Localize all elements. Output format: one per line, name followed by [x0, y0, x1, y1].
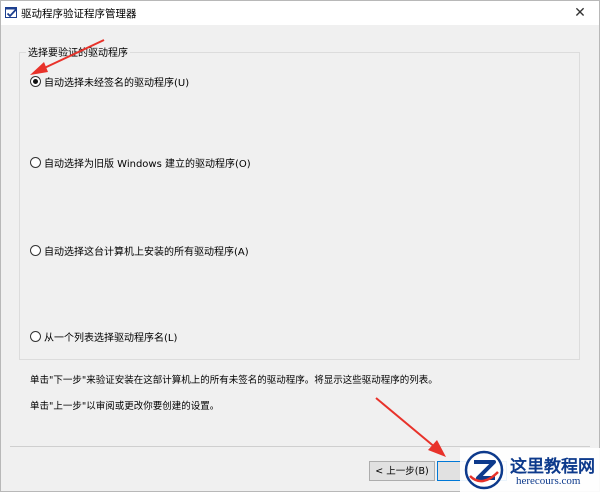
- radio-button[interactable]: [30, 156, 41, 168]
- title-bar: 驱动程序验证程序管理器 ✕: [1, 1, 599, 25]
- site-watermark: 这里教程网 herecours.com: [460, 448, 600, 492]
- watermark-url: herecours.com: [516, 475, 581, 487]
- close-icon: ✕: [574, 5, 586, 21]
- watermark-title: 这里教程网: [510, 457, 595, 477]
- option-label: 自动选择未经签名的驱动程序(U): [44, 77, 190, 89]
- option-label: 从一个列表选择驱动程序名(L): [44, 332, 178, 344]
- close-button[interactable]: ✕: [565, 1, 595, 25]
- radio-button-selected[interactable]: [30, 75, 41, 87]
- info-text-back: 单击"上一步"以审阅或更改你要创建的设置。: [30, 401, 220, 412]
- radio-button[interactable]: [30, 244, 41, 256]
- option-label: 自动选择为旧版 Windows 建立的驱动程序(O): [44, 158, 251, 170]
- radio-button[interactable]: [30, 330, 41, 342]
- z-logo-icon: [464, 450, 504, 490]
- option-label: 自动选择这台计算机上安装的所有驱动程序(A): [44, 246, 249, 258]
- info-text-next: 单击"下一步"来验证安装在这部计算机上的所有未签名的驱动程序。将显示这些驱动程序…: [30, 375, 438, 386]
- back-button[interactable]: < 上一步(B): [369, 461, 435, 481]
- driver-selection-group: [19, 52, 580, 360]
- option-unsigned-drivers[interactable]: 自动选择未经签名的驱动程序(U): [30, 74, 190, 89]
- window-title: 驱动程序验证程序管理器: [21, 8, 137, 20]
- option-all-drivers[interactable]: 自动选择这台计算机上安装的所有驱动程序(A): [30, 243, 249, 258]
- option-driver-list[interactable]: 从一个列表选择驱动程序名(L): [30, 329, 178, 344]
- checkmark-window-icon: [5, 7, 18, 18]
- footer-divider: [10, 446, 590, 447]
- option-legacy-drivers[interactable]: 自动选择为旧版 Windows 建立的驱动程序(O): [30, 155, 251, 170]
- group-label: 选择要验证的驱动程序: [26, 44, 130, 59]
